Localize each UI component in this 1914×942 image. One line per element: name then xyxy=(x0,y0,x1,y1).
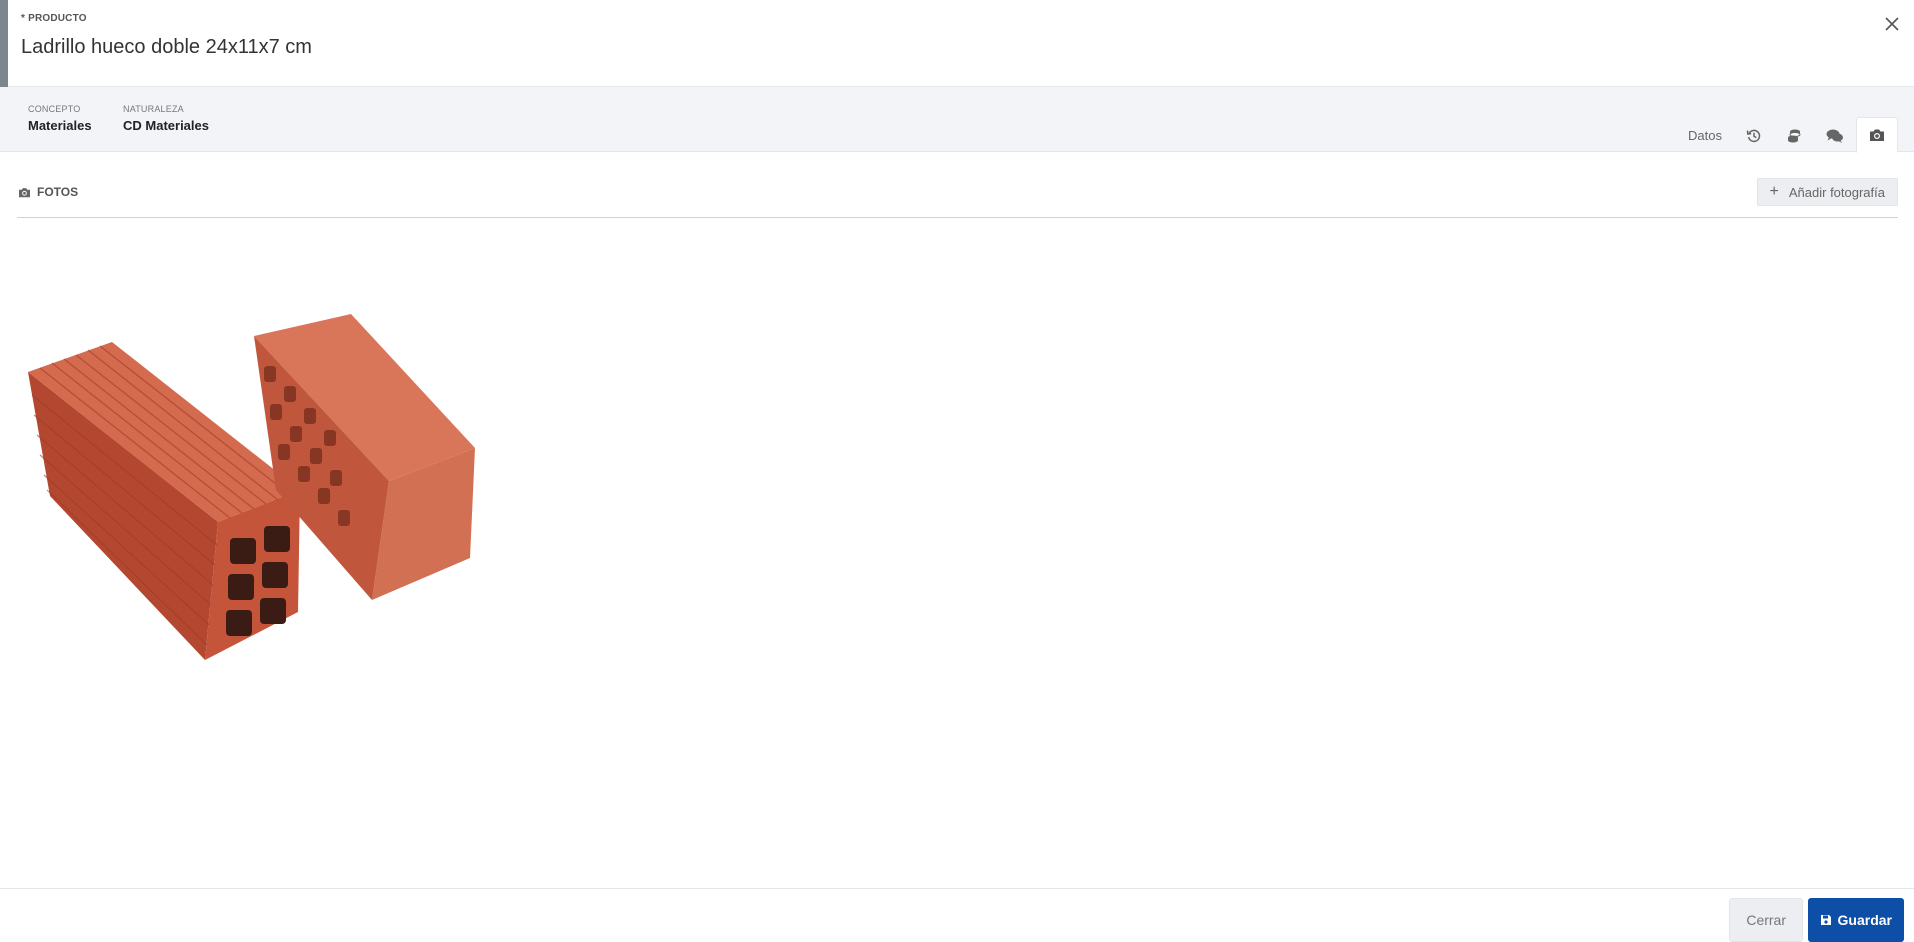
add-photo-label: Añadir fotografía xyxy=(1788,184,1885,200)
field-label: NATURALEZA xyxy=(123,104,184,114)
modal-header: * PRODUCTO Ladrillo hueco doble 24x11x7 … xyxy=(0,0,1914,87)
history-icon xyxy=(1746,129,1761,142)
field-concepto: CONCEPTO Materiales xyxy=(28,104,92,133)
header-accent-bar xyxy=(0,0,8,87)
field-value: CD Materiales xyxy=(123,118,209,133)
comments-icon xyxy=(1826,129,1843,143)
brick-image xyxy=(28,314,475,660)
add-photo-button[interactable]: + Añadir fotografía xyxy=(1756,178,1898,206)
cancel-button[interactable]: Cerrar xyxy=(1729,898,1803,942)
tab-comments[interactable] xyxy=(1814,118,1856,153)
coins-icon xyxy=(1788,129,1801,142)
close-icon xyxy=(1885,17,1899,31)
save-button[interactable]: Guardar xyxy=(1807,898,1904,942)
camera-icon xyxy=(1870,129,1884,141)
camera-icon xyxy=(19,187,30,197)
plus-icon: + xyxy=(1769,183,1779,200)
field-naturaleza: NATURALEZA CD Materiales xyxy=(123,104,209,133)
photos-section-header: FOTOS + Añadir fotografía xyxy=(17,178,1898,218)
floppy-disk-icon xyxy=(1820,915,1831,925)
header-kicker: * PRODUCTO xyxy=(21,13,87,24)
field-value: Materiales xyxy=(28,118,92,133)
field-label: CONCEPTO xyxy=(28,104,81,114)
info-bar: CONCEPTO Materiales NATURALEZA CD Materi… xyxy=(0,87,1914,152)
tab-photos[interactable] xyxy=(1856,117,1898,153)
section-title-text: FOTOS xyxy=(37,185,79,199)
section-title: FOTOS xyxy=(18,185,78,199)
modal-footer: Cerrar Guardar xyxy=(0,888,1914,942)
close-button[interactable] xyxy=(1880,12,1904,36)
tab-bar: Datos xyxy=(1676,117,1898,153)
page-title: Ladrillo hueco doble 24x11x7 cm xyxy=(21,36,312,58)
tab-history[interactable] xyxy=(1734,118,1774,153)
tab-datos[interactable]: Datos xyxy=(1676,118,1734,153)
save-label: Guardar xyxy=(1837,912,1892,928)
tab-costs[interactable] xyxy=(1774,118,1814,153)
product-photo[interactable] xyxy=(20,300,490,680)
tab-label: Datos xyxy=(1688,128,1722,143)
